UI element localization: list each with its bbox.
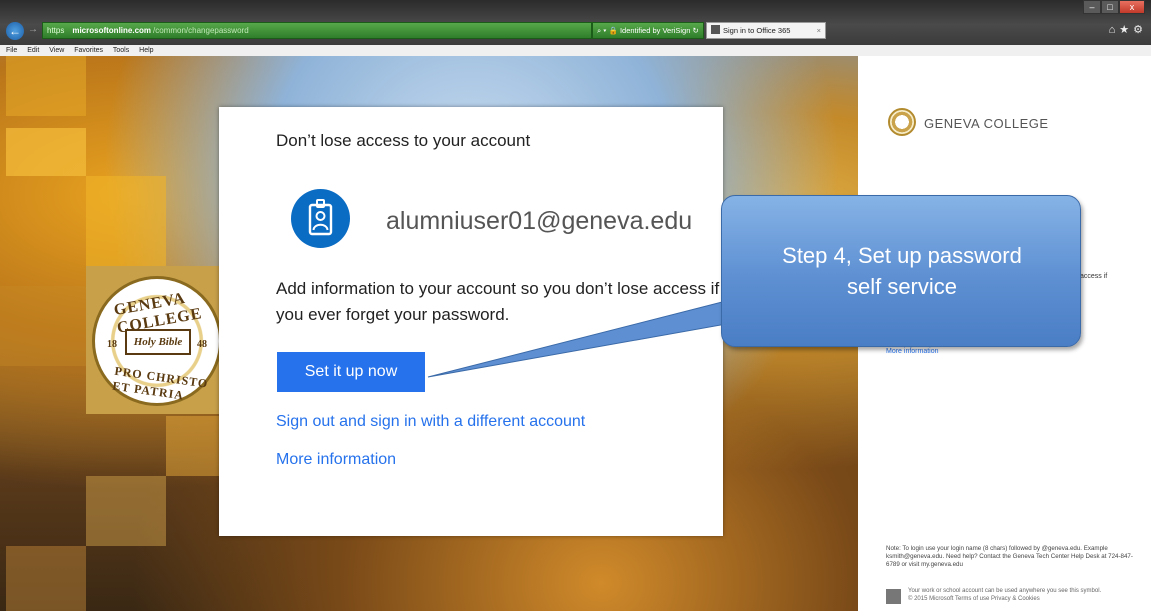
seal-year-right: 48: [197, 339, 207, 350]
browser-chrome: ← → https microsoftonline.com/common/chan…: [0, 0, 1151, 45]
menu-view[interactable]: View: [49, 47, 64, 54]
address-host: microsoftonline.com: [72, 26, 152, 35]
certificate-indicator[interactable]: ⌕ ▾ 🔒 Identified by VeriSign ↻: [592, 22, 704, 39]
address-bar[interactable]: https microsoftonline.com/common/changepa…: [42, 22, 592, 39]
maximize-button[interactable]: □: [1101, 0, 1119, 14]
more-information-link[interactable]: More information: [276, 451, 396, 469]
set-it-up-now-button[interactable]: Set it up now: [277, 352, 425, 392]
office-account-symbol-icon: [886, 589, 901, 604]
pane-more-information-link[interactable]: More information: [886, 348, 939, 355]
login-note: Note: To login use your login name (8 ch…: [886, 545, 1133, 568]
back-arrow-icon[interactable]: ←: [6, 22, 24, 40]
home-favorites-settings-icons[interactable]: ⌂★⚙: [1109, 23, 1147, 36]
account-protection-dialog: Don’t lose access to your account alumni…: [219, 107, 723, 536]
address-path: /common/changepassword: [153, 26, 249, 35]
tab-title: Sign in to Office 365: [723, 26, 791, 35]
callout-text: Step 4, Set up password self service: [722, 240, 1082, 302]
close-window-button[interactable]: x: [1119, 0, 1145, 14]
menu-edit[interactable]: Edit: [27, 47, 39, 54]
pane-text-fragment: access if: [1080, 273, 1108, 280]
menu-bar: File Edit View Favorites Tools Help: [0, 45, 1151, 56]
dialog-title: Don’t lose access to your account: [276, 131, 531, 150]
seal-year-left: 18: [107, 339, 117, 350]
account-email: alumniuser01@geneva.edu: [386, 207, 693, 235]
tab-close-icon[interactable]: ×: [817, 23, 821, 38]
org-name: GENEVA COLLEGE: [924, 116, 1049, 131]
footer-line-1: Your work or school account can be used …: [908, 588, 1102, 594]
callout-line-2: self service: [846, 274, 958, 299]
address-scheme: https: [47, 26, 65, 35]
callout-line-1: Step 4, Set up password: [782, 243, 1022, 268]
geneva-seal-icon: [888, 108, 916, 136]
seal-bottom-text: PRO CHRISTO ET PATRIA: [111, 363, 210, 403]
menu-file[interactable]: File: [6, 47, 17, 54]
minimize-button[interactable]: –: [1083, 0, 1101, 14]
sign-out-different-account-link[interactable]: Sign out and sign in with a different ac…: [276, 413, 585, 431]
menu-tools[interactable]: Tools: [113, 47, 129, 54]
seal-book-text: Holy Bible: [125, 329, 191, 355]
menu-help[interactable]: Help: [139, 47, 153, 54]
forward-arrow-icon[interactable]: →: [28, 24, 38, 35]
step-callout: Step 4, Set up password self service: [721, 195, 1081, 347]
office-favicon-icon: [711, 25, 720, 34]
dialog-description: Add information to your account so you d…: [276, 279, 720, 324]
user-badge-icon: [291, 189, 350, 248]
tab-sign-in[interactable]: Sign in to Office 365 ×: [706, 22, 826, 39]
pane-footer: Your work or school account can be used …: [886, 587, 1142, 607]
window-controls: – □ x: [1083, 0, 1145, 15]
footer-line-2: © 2015 Microsoft Terms of use Privacy & …: [908, 596, 1040, 602]
menu-favorites[interactable]: Favorites: [74, 47, 103, 54]
college-seal-logo: GENEVA COLLEGE Holy Bible 18 48 PRO CHRI…: [92, 276, 222, 406]
footer-text: Your work or school account can be used …: [908, 587, 1101, 603]
